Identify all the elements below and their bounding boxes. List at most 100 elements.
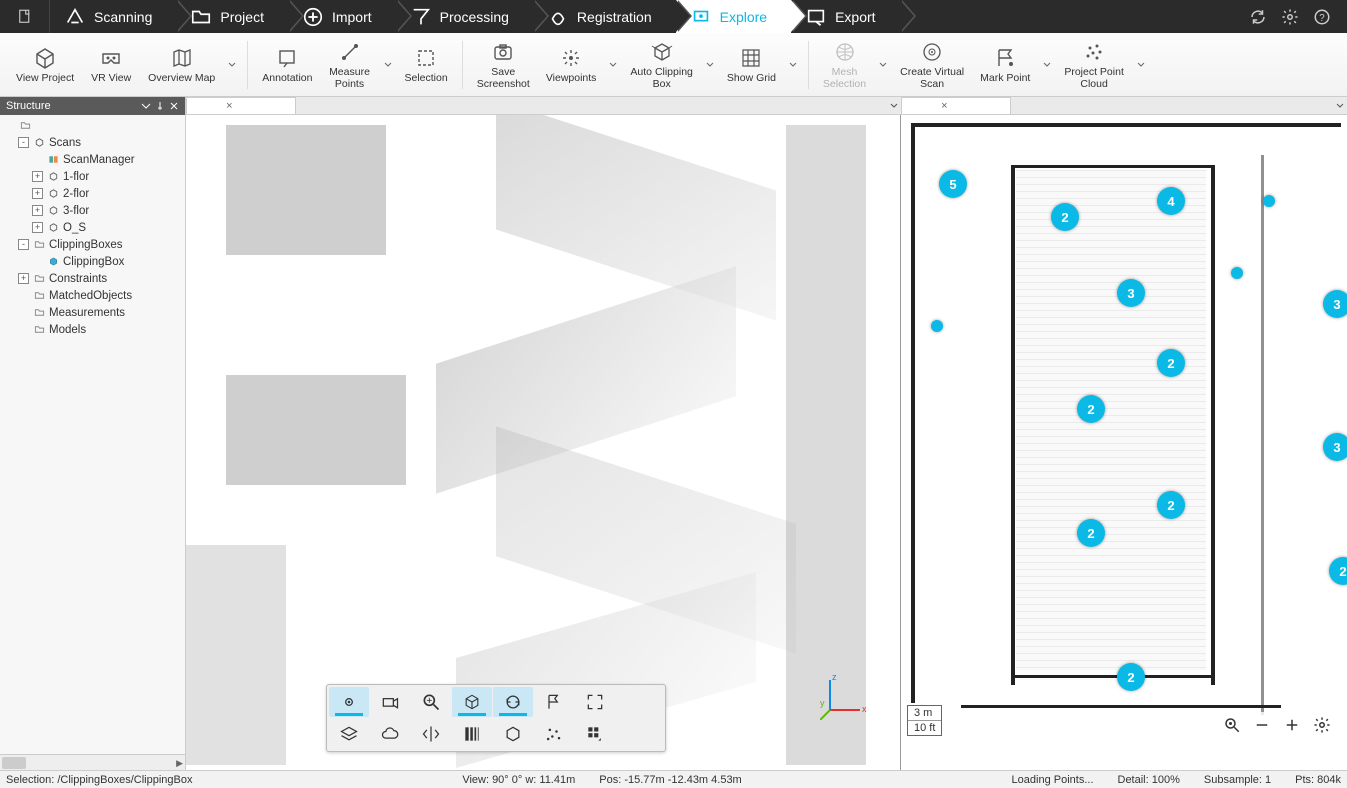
ribbon-selection-button[interactable]: Selection <box>399 36 454 94</box>
sidebar-hscroll[interactable]: ▶ <box>0 754 185 770</box>
nav-tab-export[interactable]: Export <box>791 0 899 33</box>
tree-item-2-flor[interactable]: +2-flor <box>0 185 185 202</box>
ribbon-save-screenshot-button[interactable]: SaveScreenshot <box>471 36 536 94</box>
flag-tool-button[interactable] <box>534 687 574 717</box>
gear-icon[interactable] <box>1313 716 1331 734</box>
nav-tab-registration[interactable]: Registration <box>533 0 676 33</box>
cloud-tool-button[interactable] <box>370 719 410 749</box>
tree-item-3-flor[interactable]: +3-flor <box>0 202 185 219</box>
ribbon-overview-map-button[interactable]: Overview Map <box>142 36 221 94</box>
tree-expander[interactable]: + <box>32 222 43 233</box>
zoom-fit-icon[interactable] <box>1223 716 1241 734</box>
ribbon-auto-clipping-box-dropdown[interactable] <box>703 36 717 94</box>
scan-marker[interactable]: 3 <box>1323 290 1347 318</box>
tree-item-scanmanager[interactable]: ScanManager <box>0 151 185 168</box>
scan-marker[interactable]: 4 <box>1157 187 1185 215</box>
zoom-in-icon[interactable] <box>1283 716 1301 734</box>
tree-expander[interactable]: - <box>18 239 29 250</box>
scan-marker[interactable]: 2 <box>1157 349 1185 377</box>
ribbon-mesh-selection-dropdown[interactable] <box>876 36 890 94</box>
ribbon-measure-points-button[interactable]: MeasurePoints <box>323 36 377 94</box>
ribbon-show-grid-dropdown[interactable] <box>786 36 800 94</box>
view2d-tab[interactable]: × <box>901 97 1011 114</box>
mirror-tool-button[interactable] <box>411 719 451 749</box>
tree-item-scans[interactable]: -Scans <box>0 134 185 151</box>
tree-item-o_s[interactable]: +O_S <box>0 219 185 236</box>
close-icon[interactable]: × <box>226 100 232 112</box>
ribbon-show-grid-button[interactable]: Show Grid <box>721 36 782 94</box>
ribbon-overview-map-dropdown[interactable] <box>225 36 239 94</box>
pin-icon[interactable] <box>155 101 165 111</box>
viewport-3d[interactable]: z x y <box>186 115 901 770</box>
tree-expander[interactable]: + <box>32 188 43 199</box>
layers-tool-button[interactable] <box>329 719 369 749</box>
viewport-overview[interactable]: 524332232222 3 m 10 ft <box>901 115 1347 770</box>
tree-item-clippingboxes[interactable]: -ClippingBoxes <box>0 236 185 253</box>
structure-panel-header[interactable]: Structure <box>0 97 185 115</box>
zoom-out-icon[interactable] <box>1253 716 1271 734</box>
scrollbar-right-arrow[interactable]: ▶ <box>176 758 183 769</box>
structure-tree[interactable]: -ScansScanManager+1-flor+2-flor+3-flor+O… <box>0 115 185 754</box>
ribbon-viewpoints-dropdown[interactable] <box>606 36 620 94</box>
cube-tool-button[interactable] <box>493 719 533 749</box>
zoom-tool-button[interactable] <box>411 687 451 717</box>
ribbon-create-virtual-scan-button[interactable]: Create VirtualScan <box>894 36 970 94</box>
scan-marker[interactable]: 2 <box>1157 491 1185 519</box>
refresh-icon[interactable] <box>1249 8 1267 26</box>
nav-tab-explore[interactable]: Explore <box>676 0 791 33</box>
ribbon-mark-point-dropdown[interactable] <box>1040 36 1054 94</box>
scan-marker[interactable]: 2 <box>1077 519 1105 547</box>
scatter-tool-button[interactable] <box>534 719 574 749</box>
scan-marker[interactable]: 2 <box>1051 203 1079 231</box>
scrollbar-thumb[interactable] <box>2 757 26 769</box>
view3d-tab-menu[interactable] <box>887 97 901 114</box>
ribbon-annotation-button[interactable]: Annotation <box>256 36 318 94</box>
ribbon-mark-point-button[interactable]: Mark Point <box>974 36 1036 94</box>
ribbon-project-point-cloud-dropdown[interactable] <box>1134 36 1148 94</box>
gear-icon[interactable] <box>1281 8 1299 26</box>
help-icon[interactable]: ? <box>1313 8 1331 26</box>
tree-item-root[interactable] <box>0 117 185 134</box>
nav-tab-import[interactable]: Import <box>288 0 396 33</box>
scan-marker[interactable] <box>931 320 943 332</box>
scan-marker[interactable] <box>1263 195 1275 207</box>
ribbon-viewpoints-button[interactable]: Viewpoints <box>540 36 603 94</box>
box-tool-button[interactable] <box>452 687 492 717</box>
view3d-tab[interactable]: × <box>186 97 296 114</box>
ribbon-auto-clipping-box-button[interactable]: Auto ClippingBox <box>624 36 698 94</box>
view2d-tab-menu[interactable] <box>1333 97 1347 114</box>
nav-tab-processing[interactable]: Processing <box>396 0 533 33</box>
tree-item-matchedobjects[interactable]: MatchedObjects <box>0 287 185 304</box>
scan-marker[interactable]: 3 <box>1117 279 1145 307</box>
tree-item-clippingbox[interactable]: ClippingBox <box>0 253 185 270</box>
tree-expander[interactable]: + <box>32 205 43 216</box>
app-menu-button[interactable] <box>0 0 50 33</box>
scan-marker[interactable]: 5 <box>939 170 967 198</box>
tree-expander[interactable]: - <box>18 137 29 148</box>
density-tool-button[interactable] <box>452 719 492 749</box>
camera-tool-button[interactable] <box>370 687 410 717</box>
ribbon-measure-points-dropdown[interactable] <box>381 36 395 94</box>
tree-item-models[interactable]: Models <box>0 321 185 338</box>
tree-item-constraints[interactable]: +Constraints <box>0 270 185 287</box>
chevron-down-icon[interactable] <box>141 101 151 111</box>
tree-item-measurements[interactable]: Measurements <box>0 304 185 321</box>
grid-tool-button[interactable] <box>575 719 615 749</box>
scan-marker[interactable]: 2 <box>1117 663 1145 691</box>
tree-item-1-flor[interactable]: +1-flor <box>0 168 185 185</box>
scan-marker[interactable] <box>1231 267 1243 279</box>
ribbon-project-point-cloud-button[interactable]: Project PointCloud <box>1058 36 1130 94</box>
close-icon[interactable] <box>169 101 179 111</box>
tree-expander[interactable]: + <box>32 171 43 182</box>
nav-tab-scanning[interactable]: Scanning <box>50 0 176 33</box>
scan-marker[interactable]: 2 <box>1077 395 1105 423</box>
ribbon-view-project-button[interactable]: View Project <box>10 36 80 94</box>
ribbon-vr-view-button[interactable]: VR View <box>84 36 138 94</box>
orbit-tool-button[interactable] <box>329 687 369 717</box>
fit-tool-button[interactable] <box>575 687 615 717</box>
rotate-tool-button[interactable] <box>493 687 533 717</box>
tree-expander[interactable]: + <box>18 273 29 284</box>
scan-marker[interactable]: 3 <box>1323 433 1347 461</box>
nav-tab-project[interactable]: Project <box>176 0 288 33</box>
close-icon[interactable]: × <box>941 100 947 112</box>
